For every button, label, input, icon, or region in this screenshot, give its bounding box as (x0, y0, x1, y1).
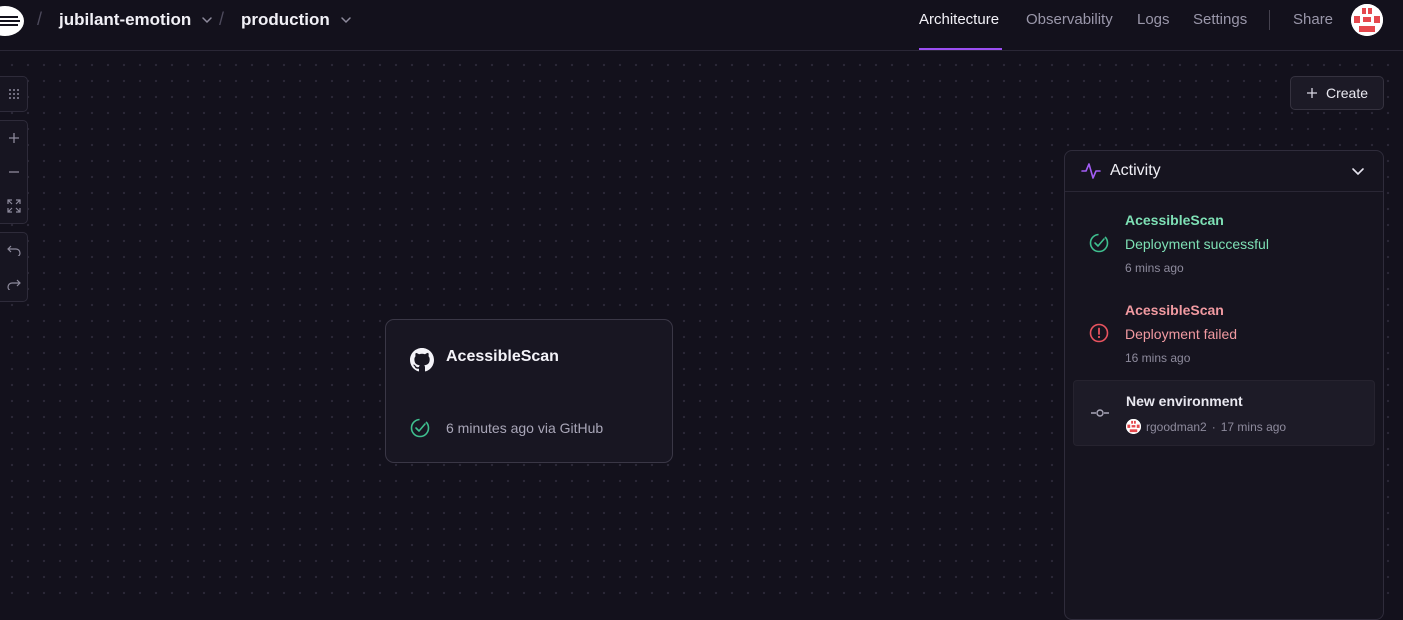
git-commit-icon (1091, 409, 1109, 417)
github-icon (410, 348, 434, 372)
environment-name: production (241, 10, 330, 29)
architecture-canvas[interactable]: Create AcessibleScan 6 minutes ago via G… (0, 51, 1403, 620)
activity-header[interactable]: Activity (1065, 151, 1383, 192)
activity-service-name: AcessibleScan (1125, 212, 1224, 228)
service-card[interactable]: AcessibleScan 6 minutes ago via GitHub (385, 319, 673, 463)
activity-service-name: AcessibleScan (1125, 302, 1224, 318)
canvas-toolbar-history (0, 232, 28, 302)
chevron-down-icon[interactable] (1351, 164, 1365, 178)
grid-dots-icon (9, 89, 19, 99)
breadcrumb-separator: / (37, 9, 43, 29)
environment-event-user: rgoodman2 (1146, 419, 1207, 434)
zoom-in-button[interactable] (0, 121, 27, 155)
grid-toggle-button[interactable] (0, 77, 27, 111)
project-selector[interactable]: jubilant-emotion (59, 10, 213, 30)
activity-panel: Activity AcessibleScan Deployment succes… (1064, 150, 1384, 620)
environment-selector[interactable]: production (241, 10, 352, 30)
meta-separator: · (1211, 419, 1216, 434)
undo-icon (7, 245, 21, 256)
chevron-down-icon (341, 17, 351, 24)
active-tab-indicator (919, 48, 1002, 50)
service-name: AcessibleScan (446, 348, 559, 365)
create-button[interactable]: Create (1290, 76, 1384, 110)
undo-button[interactable] (0, 233, 27, 267)
tab-architecture[interactable]: Architecture (919, 11, 999, 28)
environment-event-time: 17 mins ago (1220, 419, 1287, 434)
user-avatar[interactable] (1351, 4, 1383, 36)
activity-pulse-icon (1081, 163, 1101, 179)
plus-icon (1306, 88, 1317, 98)
activity-time: 6 mins ago (1125, 261, 1184, 275)
top-header: / jubilant-emotion / production Architec… (0, 0, 1403, 51)
activity-time: 16 mins ago (1125, 351, 1191, 365)
deployment-status: 6 minutes ago via GitHub (446, 420, 604, 436)
check-circle-icon (410, 418, 430, 438)
railway-logo-icon[interactable] (0, 6, 24, 36)
alert-circle-icon (1089, 323, 1109, 343)
activity-message: Deployment successful (1125, 236, 1269, 252)
canvas-toolbar-grid (0, 76, 28, 112)
check-circle-icon (1089, 233, 1109, 253)
user-avatar (1126, 419, 1141, 434)
project-name: jubilant-emotion (59, 10, 192, 29)
plus-icon (9, 133, 19, 143)
activity-message: Deployment failed (1125, 326, 1238, 342)
canvas-toolbar-zoom (0, 120, 28, 224)
tab-logs[interactable]: Logs (1137, 11, 1170, 28)
environment-event-title: New environment (1126, 393, 1243, 409)
redo-button[interactable] (0, 267, 27, 301)
expand-icon (7, 199, 21, 213)
environment-event-meta: rgoodman2 · 17 mins ago (1126, 419, 1286, 434)
header-divider (1269, 10, 1270, 30)
tab-settings[interactable]: Settings (1193, 11, 1247, 28)
redo-icon (7, 279, 21, 290)
chevron-down-icon (202, 17, 212, 24)
zoom-out-button[interactable] (0, 155, 27, 189)
share-button[interactable]: Share (1293, 11, 1333, 28)
breadcrumb-separator: / (219, 9, 225, 29)
minus-icon (9, 171, 19, 173)
tab-observability[interactable]: Observability (1026, 11, 1113, 28)
activity-environment-item[interactable]: New environment rgoodman2 · 17 mins ago (1073, 380, 1375, 446)
create-label: Create (1325, 85, 1369, 101)
fit-view-button[interactable] (0, 189, 27, 223)
activity-title: Activity (1110, 162, 1161, 179)
